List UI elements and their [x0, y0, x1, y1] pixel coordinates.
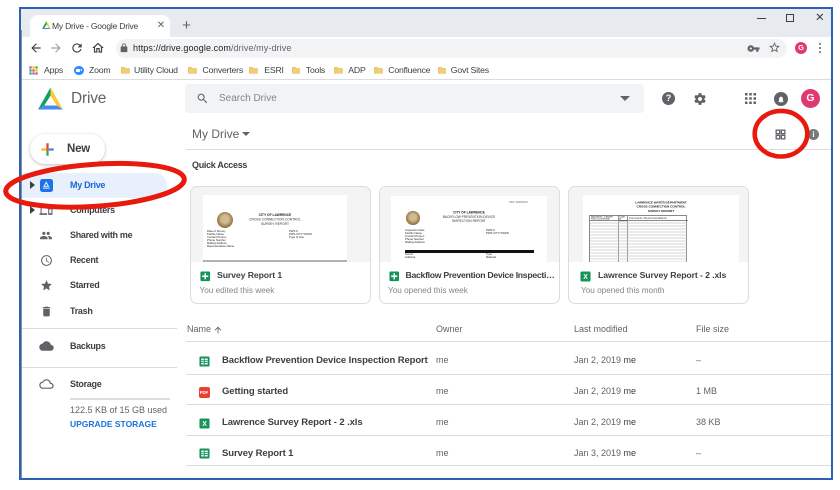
svg-text:X: X	[583, 274, 588, 281]
svg-text:X: X	[202, 421, 207, 428]
